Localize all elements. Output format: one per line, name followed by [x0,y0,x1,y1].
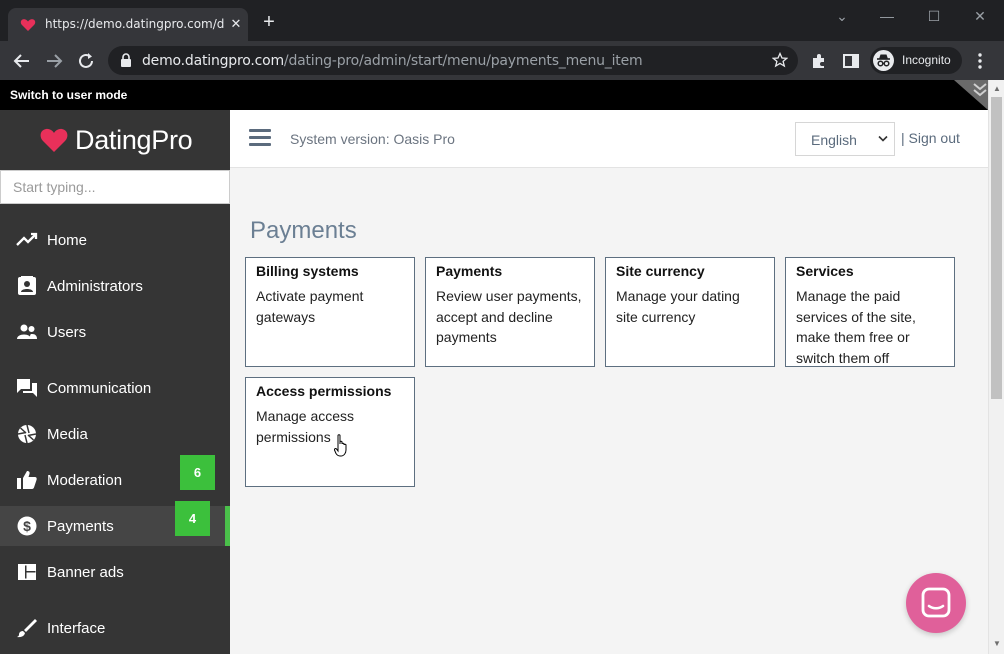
scrollbar-thumb[interactable] [991,97,1002,399]
page-scrollbar[interactable]: ▲ ▼ [988,80,1004,654]
page-title: Payments [250,217,357,244]
reload-icon[interactable] [75,50,97,72]
address-bar[interactable]: demo.datingpro.com/dating-pro/admin/star… [108,46,798,75]
minimize-icon[interactable]: — [877,8,897,24]
browser-tab[interactable]: https://demo.datingpro.com/dating-pro/ad… [8,8,248,41]
admin-sidebar: DatingPro Home Administrators Users [0,110,230,654]
sidebar-item-label: Users [47,324,87,341]
collapse-chevron-icon[interactable] [954,80,988,110]
sidebar-item-label: Moderation [47,472,123,489]
language-select[interactable]: English [795,122,895,156]
card-description: Review user payments, accept and decline… [436,288,582,345]
user-mode-bar: Switch to user mode [0,80,988,110]
main-content: System version: Oasis Pro English | Sign… [230,110,988,654]
incognito-indicator[interactable]: Incognito [870,47,962,74]
back-icon[interactable] [11,50,33,72]
maximize-icon[interactable]: ☐ [924,8,944,24]
sidebar-item-label: Administrators [47,278,143,295]
card-title: Access permissions [256,383,392,399]
sidebar-item-banner-ads[interactable]: Banner ads [0,552,230,592]
hamburger-menu-icon[interactable] [249,129,271,147]
card-description: Manage your dating site currency [616,288,740,325]
browser-menu-icon[interactable] [976,53,984,69]
card-title: Payments [436,263,503,279]
sidebar-item-label: Payments [47,518,114,535]
sidebar-search-input[interactable] [0,170,230,204]
forward-icon[interactable] [43,50,65,72]
card-description: Manage access permissions [256,408,355,445]
browser-tab-bar: https://demo.datingpro.com/dating-pro/ad… [0,0,1004,41]
sidebar-item-label: Media [47,426,88,443]
card-payments[interactable]: Payments Review user payments, accept an… [425,257,595,367]
sidebar-item-label: Banner ads [47,564,124,581]
card-billing-systems[interactable]: Billing systems Activate payment gateway… [245,257,415,367]
tab-title: https://demo.datingpro.com/dating-pro/ad… [45,17,225,31]
switch-to-user-mode-link[interactable]: Switch to user mode [10,88,127,102]
scroll-up-icon[interactable]: ▲ [992,84,1002,94]
incognito-icon [873,50,894,71]
sidebar-item-communication[interactable]: Communication [0,368,230,408]
hand-cursor-icon [334,434,347,457]
sign-out-link[interactable]: | Sign out [901,130,960,146]
card-title: Billing systems [256,263,359,279]
chat-bubble-icon [921,587,951,618]
card-title: Services [796,263,854,279]
card-description: Activate payment gateways [256,288,364,325]
incognito-label: Incognito [902,53,951,67]
bookmark-star-icon[interactable] [772,52,788,68]
side-panel-icon[interactable] [842,52,860,70]
sidebar-item-interface[interactable]: Interface [0,608,230,648]
card-title: Site currency [616,263,705,279]
banner-icon [18,564,36,580]
heart-favicon-icon [20,19,36,31]
window-close-icon[interactable]: ✕ [970,8,990,24]
tab-search-icon[interactable]: ⌄ [832,8,852,24]
lock-icon [121,53,131,67]
logo-heart-icon [40,128,68,152]
extensions-puzzle-icon[interactable] [810,52,828,70]
sidebar-item-users[interactable]: Users [0,312,230,352]
aperture-icon [17,424,37,444]
url-text: demo.datingpro.com/dating-pro/admin/star… [142,53,643,69]
card-access-permissions[interactable]: Access permissions Manage access permiss… [245,377,415,487]
scroll-down-icon[interactable]: ▼ [992,639,1002,649]
brush-icon [17,619,37,638]
system-version: System version: Oasis Pro [290,131,455,147]
people-icon [17,324,37,339]
svg-text:$: $ [23,518,31,534]
top-header: System version: Oasis Pro English | Sign… [230,110,988,168]
sidebar-item-home[interactable]: Home [0,220,230,260]
chevron-down-icon [878,135,888,142]
language-value: English [811,132,857,148]
sidebar-item-label: Interface [47,620,106,637]
dollar-icon: $ [17,516,37,536]
tab-close-icon[interactable]: ✕ [228,16,244,32]
thumbs-up-icon [17,471,37,489]
card-description: Manage the paid services of the site, ma… [796,288,916,366]
card-services[interactable]: Services Manage the paid services of the… [785,257,955,367]
chat-icon [17,379,37,397]
sidebar-item-administrators[interactable]: Administrators [0,266,230,306]
card-site-currency[interactable]: Site currency Manage your dating site cu… [605,257,775,367]
sidebar-item-label: Home [47,232,88,249]
payments-count-badge: 4 [175,501,210,536]
sidebar-item-media[interactable]: Media [0,414,230,454]
trending-up-icon [16,232,38,246]
sidebar-item-label: Communication [47,380,152,397]
chat-widget-button[interactable] [906,573,966,633]
logo-text: DatingPro [75,125,193,155]
browser-toolbar: demo.datingpro.com/dating-pro/admin/star… [0,41,1004,80]
contact-card-icon [18,276,36,295]
moderation-count-badge: 6 [180,455,215,490]
new-tab-icon[interactable]: + [260,12,278,32]
